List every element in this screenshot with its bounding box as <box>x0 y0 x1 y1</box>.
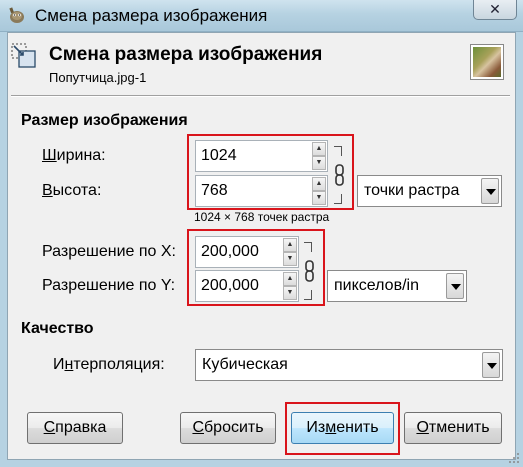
size-unit-value: точки растра <box>364 182 460 199</box>
chevron-down-icon[interactable] <box>482 352 500 378</box>
highlight-resolution-fields <box>187 229 325 306</box>
interpolation-label: Интерполяция: <box>53 356 165 373</box>
interpolation-value: Кубическая <box>202 356 288 373</box>
res-x-label: Разрешение по X: <box>42 243 176 260</box>
scale-image-icon <box>11 43 36 68</box>
size-unit-select[interactable]: точки растра <box>357 175 502 207</box>
dialog-heading: Смена размера изображения <box>49 44 323 65</box>
highlight-size-fields <box>187 134 354 210</box>
close-icon: ✕ <box>489 1 501 17</box>
image-name: Попутчица.jpg-1 <box>49 70 147 85</box>
height-label: Высота: <box>42 182 102 199</box>
close-button[interactable]: ✕ <box>473 0 517 20</box>
title-bar[interactable]: Смена размера изображения ✕ <box>0 0 523 32</box>
help-button[interactable]: Справка <box>27 412 123 444</box>
gimp-app-icon <box>9 7 24 23</box>
window-title: Смена размера изображения <box>35 6 268 25</box>
dimensions-readout: 1024 × 768 точек растра <box>194 210 330 224</box>
header-separator <box>11 95 510 97</box>
chevron-down-icon[interactable] <box>481 178 499 204</box>
interpolation-select[interactable]: Кубическая <box>195 349 503 381</box>
image-thumbnail <box>470 44 504 80</box>
cancel-button[interactable]: Отменить <box>404 412 502 444</box>
resize-grip-icon[interactable] <box>508 452 520 464</box>
width-label: Ширина: <box>42 147 106 164</box>
quality-section-label: Качество <box>21 320 94 337</box>
highlight-apply-button <box>285 402 400 455</box>
resolution-unit-select[interactable]: пикселов/in <box>327 270 467 302</box>
image-size-section-label: Размер изображения <box>21 112 188 129</box>
chevron-down-icon[interactable] <box>446 273 464 299</box>
resolution-unit-value: пикселов/in <box>334 277 419 294</box>
res-y-label: Разрешение по Y: <box>42 277 176 294</box>
reset-button[interactable]: Сбросить <box>180 412 276 444</box>
